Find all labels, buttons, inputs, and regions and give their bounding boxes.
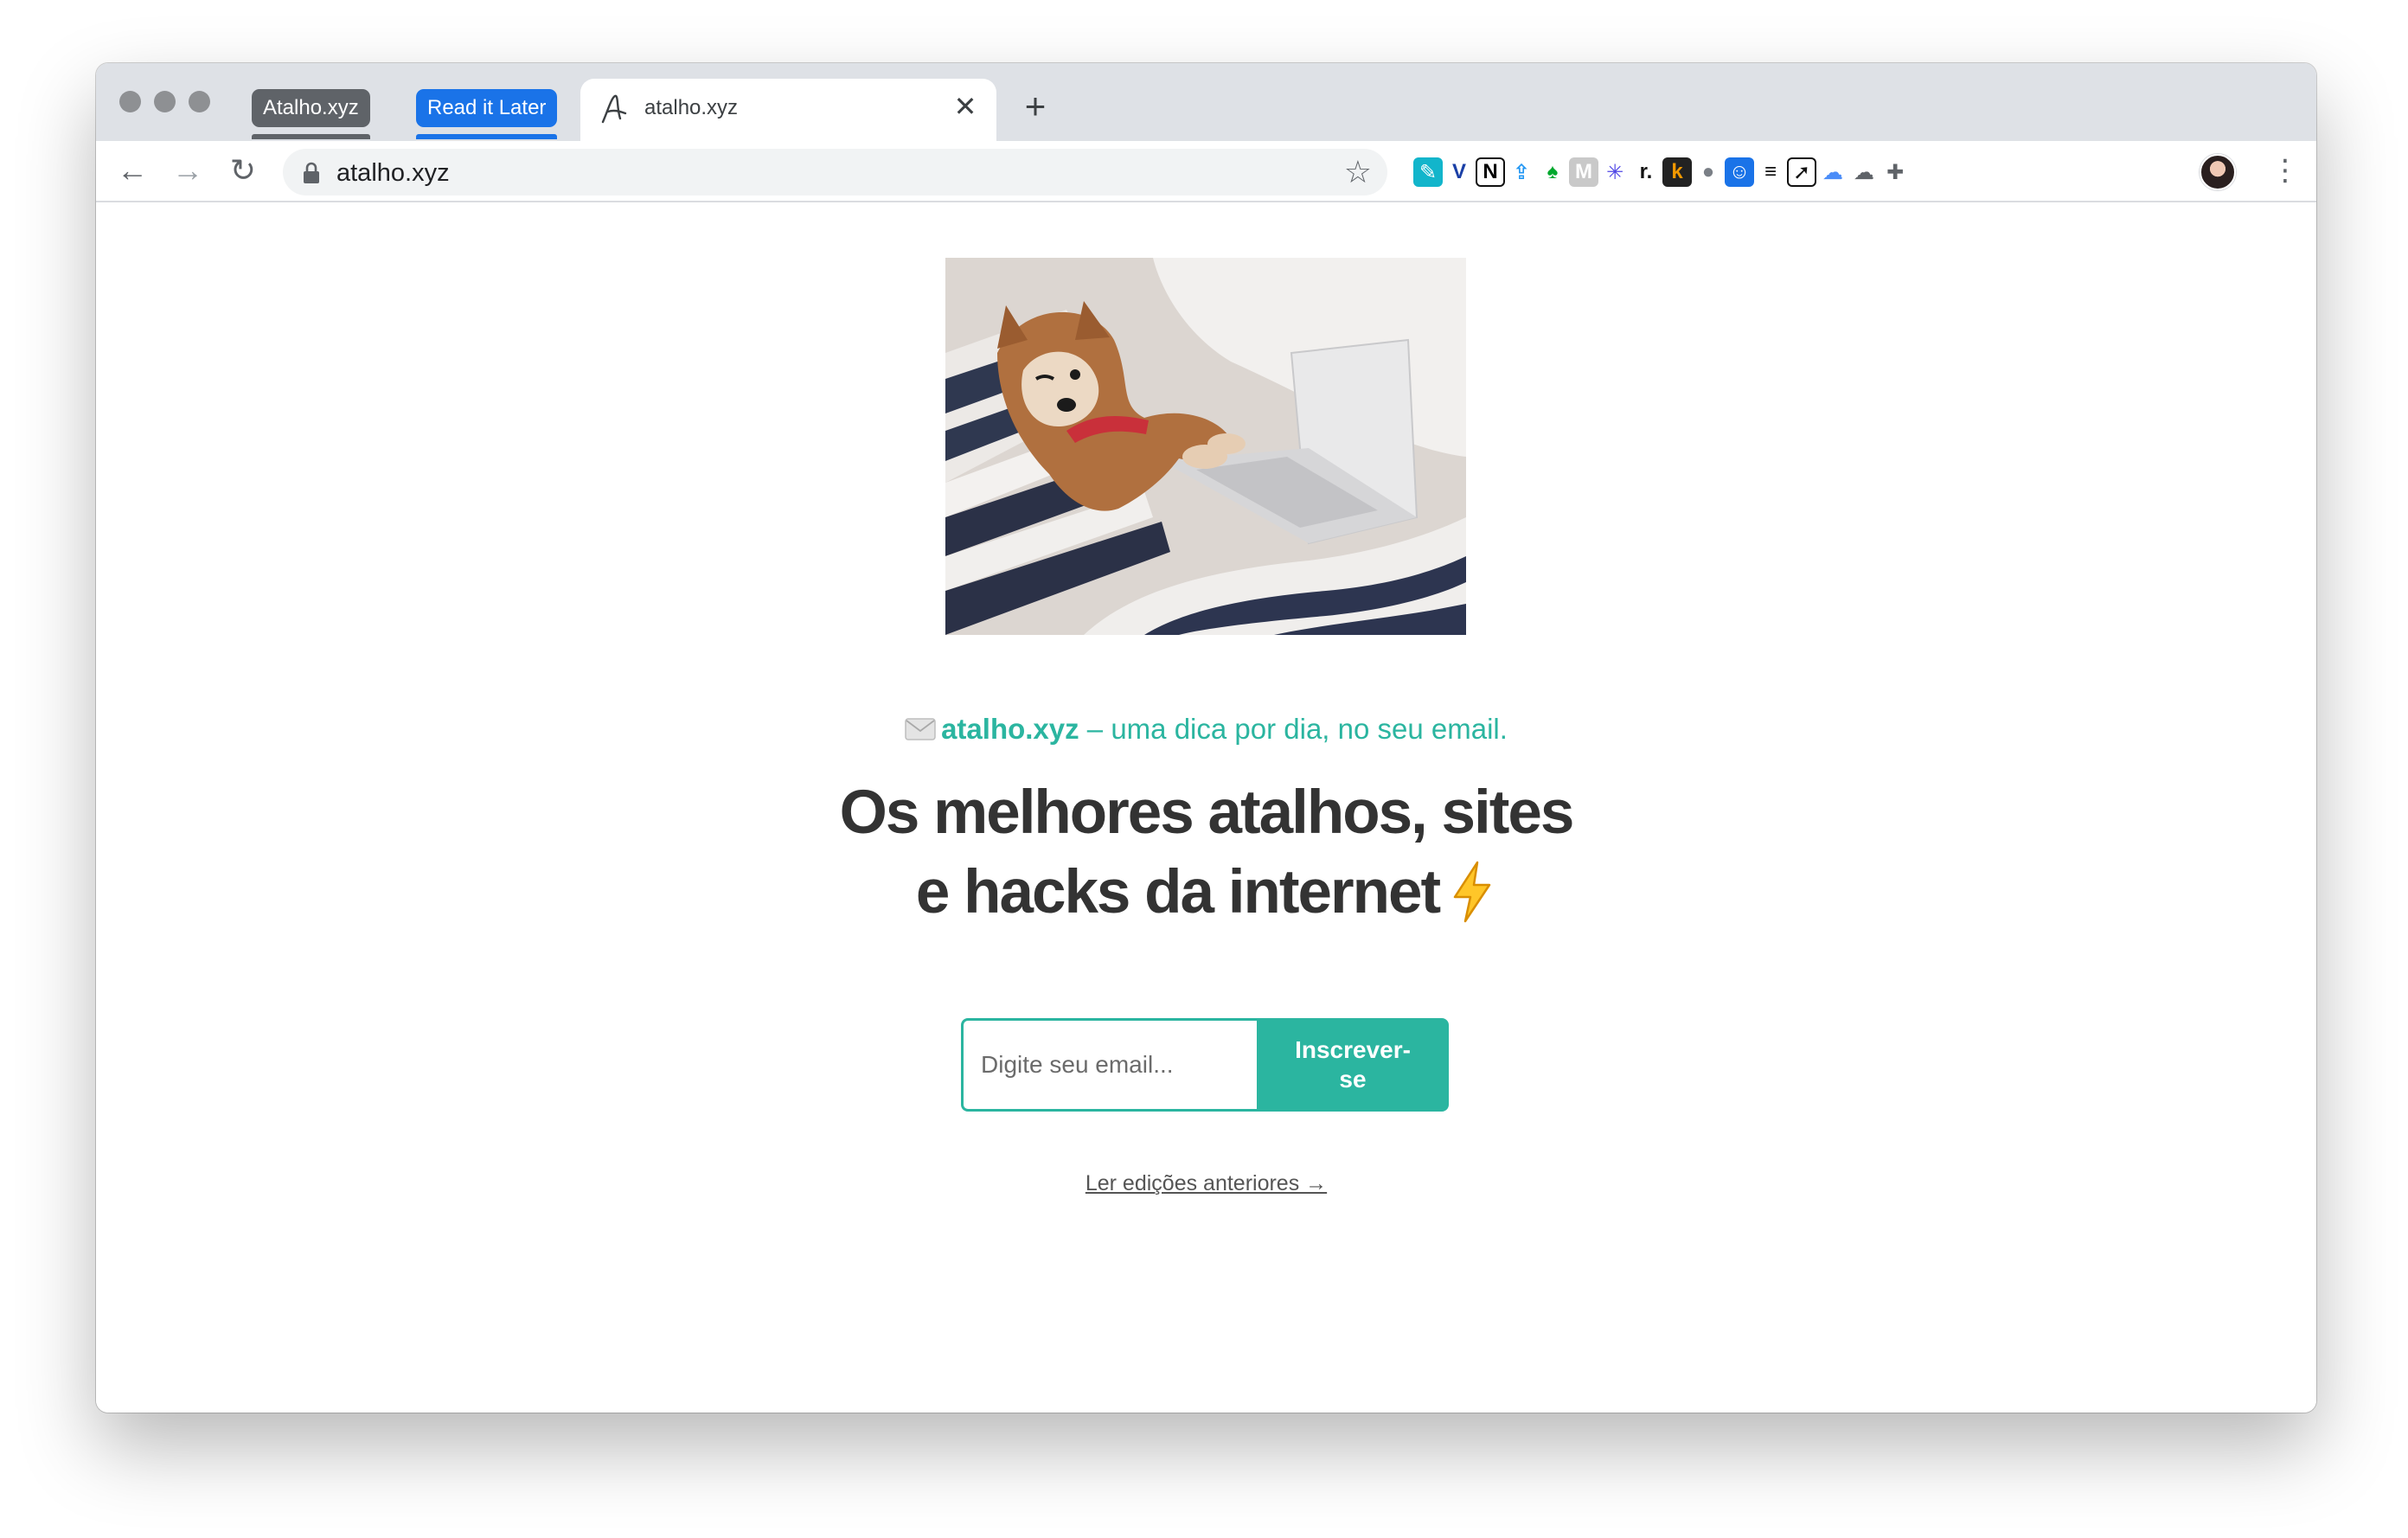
profile-avatar[interactable]	[2200, 154, 2236, 190]
tagline-text: – uma dica por dia, no seu email.	[1079, 713, 1508, 745]
close-window-button[interactable]	[119, 91, 141, 112]
hero-dog-laptop-image	[945, 258, 1466, 635]
menu-kebab-icon[interactable]: ⋮	[2270, 153, 2300, 188]
reload-button[interactable]: ↻	[222, 150, 264, 191]
email-input[interactable]	[961, 1018, 1257, 1112]
bot-extension-icon[interactable]: ☺	[1725, 157, 1754, 187]
page-content: atalho.xyz – uma dica por dia, no seu em…	[96, 202, 2316, 1413]
list-extension-icon[interactable]: ≡	[1756, 157, 1785, 187]
lock-icon	[304, 162, 319, 183]
hero-illustration	[945, 258, 1466, 635]
readwise-extension-icon[interactable]: r.	[1631, 157, 1661, 187]
tab-group-read-it-later[interactable]: Read it Later	[416, 89, 558, 139]
tab-group-atalho[interactable]: Atalho.xyz	[252, 89, 370, 139]
bookmark-star-icon[interactable]: ☆	[1344, 154, 1372, 190]
browser-toolbar: ← → ↻ atalho.xyz ☆ ✎ V N ⇪ ♠ M ✳ r. k ● ☺ ≡ ➚ ☁ ☁ ✚ ⋮	[96, 141, 2316, 202]
tab-atalho[interactable]: atalho.xyz ✕	[580, 79, 996, 141]
tab-strip: Atalho.xyz Read it Later atalho.xyz ✕ +	[96, 63, 2316, 141]
new-tab-button[interactable]: +	[1018, 88, 1053, 125]
subscribe-button[interactable]: Inscrever-se	[1257, 1018, 1449, 1112]
page-headline: Os melhores atalhos, sites e hacks da in…	[96, 773, 2316, 932]
lightning-bolt-icon	[1453, 861, 1491, 923]
envelope-icon	[905, 718, 936, 740]
notion-extension-icon[interactable]: N	[1476, 157, 1505, 187]
headline-line-2-wrap: e hacks da internet	[96, 853, 2316, 932]
record-extension-icon[interactable]: ●	[1694, 157, 1723, 187]
forward-button[interactable]: →	[167, 150, 208, 191]
cloud-blue-extension-icon[interactable]: ☁	[1818, 157, 1848, 187]
address-bar[interactable]: atalho.xyz ☆	[283, 149, 1387, 195]
close-tab-icon[interactable]: ✕	[950, 91, 981, 122]
send-extension-icon[interactable]: ➚	[1787, 157, 1816, 187]
url-text: atalho.xyz	[336, 159, 450, 187]
tagline: atalho.xyz – uma dica por dia, no seu em…	[96, 713, 2316, 746]
zoom-window-button[interactable]	[189, 91, 210, 112]
browser-window: Atalho.xyz Read it Later atalho.xyz ✕ + …	[96, 63, 2316, 1413]
asterisk-extension-icon[interactable]: ✳	[1600, 157, 1630, 187]
m-extension-icon[interactable]: M	[1569, 157, 1598, 187]
tagline-brand: atalho.xyz	[941, 713, 1079, 745]
v-extension-icon[interactable]: V	[1444, 157, 1474, 187]
minimize-window-button[interactable]	[154, 91, 176, 112]
cloud-outline-extension-icon[interactable]: ☁	[1849, 157, 1879, 187]
past-editions-link[interactable]: Ler edições anteriores →	[96, 1171, 2316, 1196]
puzzle-extension-icon[interactable]: ✚	[1880, 157, 1910, 187]
back-button[interactable]: ←	[112, 150, 153, 191]
headline-line-2: e hacks da internet	[915, 858, 1441, 926]
k-extension-icon[interactable]: k	[1662, 157, 1692, 187]
tab-title: atalho.xyz	[644, 96, 739, 119]
share-extension-icon[interactable]: ⇪	[1507, 157, 1536, 187]
atalho-favicon-icon	[601, 94, 627, 124]
signup-form: Inscrever-se	[961, 1018, 1449, 1112]
evernote-extension-icon[interactable]: ♠	[1538, 157, 1567, 187]
headline-line-1: Os melhores atalhos, sites	[839, 779, 1575, 847]
pen-extension-icon[interactable]: ✎	[1413, 157, 1443, 187]
